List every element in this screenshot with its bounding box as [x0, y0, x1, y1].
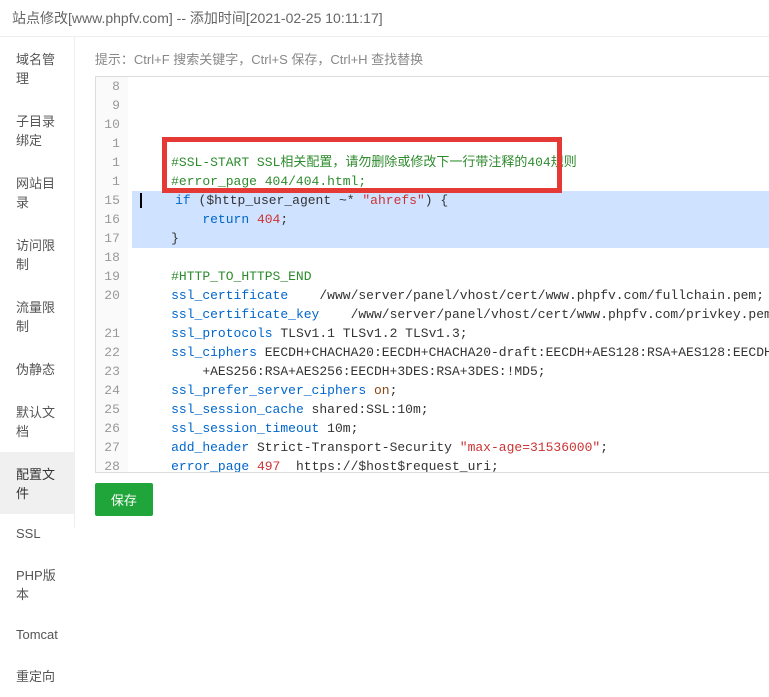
code-line[interactable]: #error_page 404/404.html; [132, 172, 769, 191]
line-number: 25 [100, 400, 120, 419]
text-cursor [140, 193, 142, 208]
sidebar-item-ssl[interactable]: SSL [0, 514, 74, 553]
sidebar-item-rewrite[interactable]: 伪静态 [0, 347, 74, 390]
code-line[interactable]: ssl_protocols TLSv1.1 TLSv1.2 TLSv1.3; [132, 324, 769, 343]
sidebar-item-redirect[interactable]: 重定向 [0, 654, 74, 697]
sidebar-item-domain[interactable]: 域名管理 [0, 37, 74, 99]
line-number: 18 [100, 248, 120, 267]
line-number: 28 [100, 457, 120, 473]
line-number: 10 [100, 115, 120, 134]
main-container: 域名管理子目录绑定网站目录访问限制流量限制伪静态默认文档配置文件SSLPHP版本… [0, 37, 769, 528]
line-number: 16 [100, 210, 120, 229]
line-number: 8 [100, 77, 120, 96]
line-number: 1 [100, 153, 120, 172]
tip-text: 提示：Ctrl+F 搜索关键字，Ctrl+S 保存，Ctrl+H 查找替换 [95, 49, 769, 68]
line-number: 26 [100, 419, 120, 438]
sidebar-item-tomcat[interactable]: Tomcat [0, 615, 74, 654]
line-number: 22 [100, 343, 120, 362]
code-line[interactable]: return 404; [132, 210, 769, 229]
code-line[interactable]: ssl_certificate_key /www/server/panel/vh… [132, 305, 769, 324]
sidebar-item-traffic[interactable]: 流量限制 [0, 285, 74, 347]
sidebar-item-webroot[interactable]: 网站目录 [0, 161, 74, 223]
code-line[interactable]: ssl_session_timeout 10m; [132, 419, 769, 438]
line-number: 20 [100, 286, 120, 305]
sidebar-item-default[interactable]: 默认文档 [0, 390, 74, 452]
code-line[interactable] [132, 248, 769, 267]
line-number: 24 [100, 381, 120, 400]
line-number: 21 [100, 324, 120, 343]
main-panel: 提示：Ctrl+F 搜索关键字，Ctrl+S 保存，Ctrl+H 查找替换 89… [75, 37, 769, 528]
code-line[interactable]: if ($http_user_agent ~* "ahrefs") { [132, 191, 769, 210]
sidebar-item-config[interactable]: 配置文件 [0, 452, 74, 514]
code-line[interactable]: ssl_session_cache shared:SSL:10m; [132, 400, 769, 419]
sidebar: 域名管理子目录绑定网站目录访问限制流量限制伪静态默认文档配置文件SSLPHP版本… [0, 37, 75, 528]
code-editor[interactable]: 8910111111516171819202122232425262728 #S… [95, 76, 769, 473]
code-line[interactable]: ssl_certificate /www/server/panel/vhost/… [132, 286, 769, 305]
code-line[interactable]: } [132, 229, 769, 248]
sidebar-item-php[interactable]: PHP版本 [0, 553, 74, 615]
sidebar-item-access[interactable]: 访问限制 [0, 223, 74, 285]
line-number: 23 [100, 362, 120, 381]
code-line[interactable]: +AES256:RSA+AES256:EECDH+3DES:RSA+3DES:!… [132, 362, 769, 381]
code-line[interactable]: error_page 497 https://$host$request_uri… [132, 457, 769, 473]
line-gutter: 8910111111516171819202122232425262728 [96, 77, 128, 473]
code-area[interactable]: #SSL-START SSL相关配置，请勿删除或修改下一行带注释的404规则 #… [128, 77, 769, 473]
code-line[interactable]: ssl_prefer_server_ciphers on; [132, 381, 769, 400]
line-number: 27 [100, 438, 120, 457]
page-title: 站点修改[www.phpfv.com] -- 添加时间[2021-02-25 1… [0, 0, 769, 37]
line-number: 9 [100, 96, 120, 115]
sidebar-item-subdir[interactable]: 子目录绑定 [0, 99, 74, 161]
line-number: 15 [100, 191, 120, 210]
line-number: 19 [100, 267, 120, 286]
save-button[interactable]: 保存 [95, 483, 153, 516]
line-number: 1 [100, 134, 120, 153]
code-line[interactable]: add_header Strict-Transport-Security "ma… [132, 438, 769, 457]
line-number: 17 [100, 229, 120, 248]
code-line[interactable]: ssl_ciphers EECDH+CHACHA20:EECDH+CHACHA2… [132, 343, 769, 362]
line-number [100, 305, 120, 324]
line-number: 1 [100, 172, 120, 191]
code-line[interactable] [132, 134, 769, 153]
code-line[interactable]: #SSL-START SSL相关配置，请勿删除或修改下一行带注释的404规则 [132, 153, 769, 172]
code-line[interactable]: #HTTP_TO_HTTPS_END [132, 267, 769, 286]
